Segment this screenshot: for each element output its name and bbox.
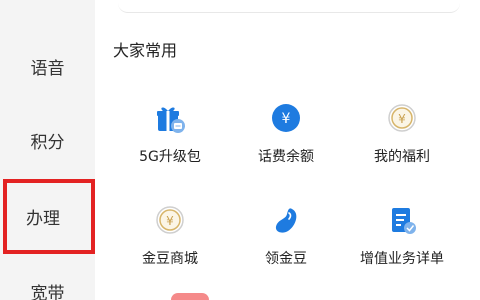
bean-icon xyxy=(275,208,297,233)
service-label: 领金豆 xyxy=(265,251,307,267)
sidebar-item-points[interactable]: 积分 xyxy=(0,128,95,153)
service-5g-upgrade[interactable]: 5G升级包 xyxy=(110,102,230,166)
sidebar-item-label: 办理 xyxy=(26,209,60,229)
service-label: 话费余额 xyxy=(258,149,314,165)
service-vas-details[interactable]: 增值业务详单 xyxy=(342,204,462,268)
service-welfare[interactable]: ¥ 我的福利 xyxy=(342,102,462,166)
document-list-icon xyxy=(392,208,416,234)
service-balance[interactable]: ¥ 话费余额 xyxy=(226,102,346,166)
svg-text:¥: ¥ xyxy=(398,112,406,126)
search-card-edge xyxy=(118,0,460,13)
service-gold-mall[interactable]: ¥ 金豆商城 xyxy=(110,204,230,268)
sidebar-item-cutoff[interactable] xyxy=(0,0,95,2)
yen-coin-outline-icon: ¥ xyxy=(388,104,416,132)
svg-text:¥: ¥ xyxy=(282,111,291,127)
service-label: 5G升级包 xyxy=(139,149,201,165)
service-label: 我的福利 xyxy=(374,149,430,165)
sidebar-item-broadband[interactable]: 宽带 xyxy=(0,279,95,300)
svg-text:¥: ¥ xyxy=(166,214,174,228)
service-claim-beans[interactable]: 领金豆 xyxy=(226,204,346,268)
section-title: 大家常用 xyxy=(113,41,178,60)
services-page: 语音 积分 办理 宽带 大家常用 5G升级包 ¥ 话费余额 ¥ 我的福利 ¥ 金… xyxy=(0,0,480,300)
yen-coin-icon: ¥ xyxy=(272,104,300,132)
cut-off-service-icon[interactable] xyxy=(171,293,209,300)
service-label: 金豆商城 xyxy=(142,251,198,267)
yen-coin-outline-icon: ¥ xyxy=(156,206,184,234)
gift-package-icon xyxy=(157,107,185,133)
sidebar-item-handle[interactable]: 办理 xyxy=(3,179,95,254)
service-label: 增值业务详单 xyxy=(360,251,444,267)
category-sidebar: 语音 积分 办理 宽带 xyxy=(0,0,95,300)
sidebar-item-voice[interactable]: 语音 xyxy=(0,54,95,79)
